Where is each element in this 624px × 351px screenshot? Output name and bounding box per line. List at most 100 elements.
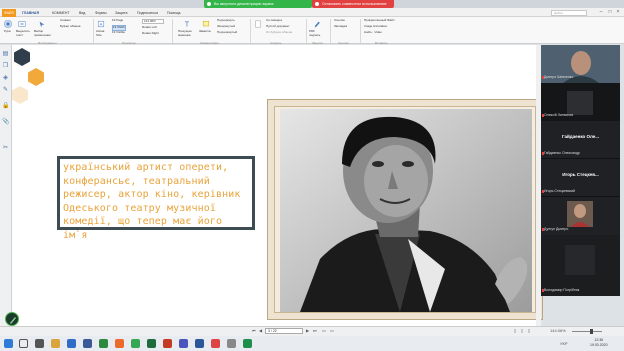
hand-tool-label: Рука [4,29,11,33]
sharing-status-label: Вы запустили демонстрацию экрана [214,2,274,6]
tab-view[interactable]: Вид [79,9,85,17]
comments-icon[interactable]: ✎ [2,87,9,94]
zoom-slider[interactable] [572,331,602,332]
actual-size-icon[interactable]: A [97,20,105,28]
slide-text-box: український артист оперети, конферансьє,… [57,156,255,241]
tab-forms[interactable]: Формы [95,9,106,17]
sharing-status-button[interactable]: Вы запустили демонстрацию экрана [204,0,312,8]
word-icon[interactable] [195,339,204,348]
tools-icon[interactable]: ✂ [2,145,9,152]
chrome-icon[interactable] [131,339,140,348]
participant-tile[interactable]: Володимир Погрібняк [541,235,620,296]
pdf-reader-icon[interactable] [211,339,220,348]
typewriter-icon[interactable]: T [183,20,191,28]
rotate-right-button[interactable]: Rotate Right [142,31,159,36]
select-text-icon[interactable] [18,20,26,28]
rotate-left-button[interactable]: Rotate Left [142,25,157,30]
note-label: Заметка [199,29,211,33]
app-icon[interactable] [227,339,236,348]
language-indicator[interactable]: УКР [560,341,568,346]
excel-icon[interactable] [147,339,156,348]
zoom-slider-handle[interactable] [590,329,593,334]
maximize-icon[interactable]: □ [607,9,613,15]
facing-page-icon[interactable]: ▯ [528,328,530,333]
file-explorer-icon[interactable] [51,339,60,348]
attach-file-button[interactable]: Прикрепленный Файл [364,18,395,23]
from-clipboard-button[interactable]: Из буфера обмена [266,30,292,35]
single-page-icon[interactable]: ▯ [514,328,516,333]
participant-display-name: Гайдаенко Оле... [561,134,600,139]
pdf-sign-icon[interactable] [313,20,321,28]
blank-page-icon[interactable] [254,20,262,28]
participant-tile[interactable]: Игорь Стецкев... Игорь Стецкевский [541,159,620,197]
hand-tool-icon[interactable] [4,20,12,28]
windows-taskbar [0,336,624,351]
app-icon[interactable] [99,339,108,348]
first-page-icon[interactable]: ⏮ [252,328,256,333]
ribbon-tabs: ФАЙЛ ГЛАВНАЯ КОММЕНТ Вид Формы Защита По… [0,8,624,17]
participant-tile[interactable]: Дмитро Шевченко [541,45,620,83]
last-page-icon[interactable]: ⏭ [313,328,317,333]
snapshot-button[interactable]: Снимок [60,18,71,23]
choose-annotation-icon[interactable] [38,20,46,28]
participant-name: Олексій Литвинов [544,113,574,117]
note-icon[interactable] [202,20,210,28]
stop-sharing-button[interactable]: Остановить совместное использование [312,0,394,8]
tab-protect[interactable]: Защита [115,9,127,17]
close-icon[interactable]: × [615,9,621,15]
edge-icon[interactable] [67,339,76,348]
bookmarks-icon[interactable]: ▤ [2,51,9,58]
participants-panel: Дмитро Шевченко Олексій Литвинов Гайдаен… [541,45,620,296]
pages-icon[interactable]: ❐ [2,63,9,70]
tab-home[interactable]: ГЛАВНАЯ [22,9,39,17]
participant-tile[interactable]: Гайдаенко Оле... Гайдаенко Олександр [541,121,620,159]
view-mode-icon[interactable]: ▭ [330,328,334,333]
layers-icon[interactable]: ◈ [2,75,9,82]
app-icon[interactable] [243,339,252,348]
from-scanner-button[interactable]: Со сканера [266,18,282,23]
link-button[interactable]: Ссылка [334,18,345,23]
participant-display-name: Игорь Стецкев... [562,172,599,177]
search-icon[interactable] [19,339,28,348]
search-input[interactable]: Найти [551,10,587,16]
participant-name: Володимир Погрібняк [544,288,580,292]
clipboard-button[interactable]: Буфер обмена [60,24,80,29]
prev-page-icon[interactable]: ◀ [259,328,262,333]
replace-button[interactable]: Подчеркнутый [217,30,237,35]
page-number-input[interactable]: 3 / 22 [265,328,303,334]
audio-video-button[interactable]: Audio - Video [364,30,382,35]
minimize-icon[interactable]: – [598,9,604,15]
next-page-icon[interactable]: ▶ [306,328,309,333]
tab-help[interactable]: Помощь [167,9,181,17]
task-view-icon[interactable] [35,339,44,348]
image-annotation-button[interactable]: Image Annotation [364,24,387,29]
attachments-icon[interactable]: 📎 [2,119,9,126]
participant-name: Игорь Стецкевский [544,189,575,193]
app-icon[interactable] [83,339,92,348]
participant-name: Дмитро Шевченко [544,75,574,79]
system-clock[interactable]: 12:36 19.03.2020 [590,338,608,348]
zoom-level[interactable]: 144.06% [550,328,566,333]
participant-tile[interactable]: Дунгун Дмитро [541,197,620,235]
view-mode-icon[interactable]: ▭ [322,328,326,333]
tab-file[interactable]: ФАЙЛ [2,9,16,17]
actual-size-label: Actual Size [96,29,105,37]
teams-icon[interactable] [179,339,188,348]
start-icon[interactable] [4,339,13,348]
ribbon-separator [360,19,361,43]
tab-sign[interactable]: Подписаться [137,9,158,17]
fit-visible-button[interactable]: Fit Visible [112,30,125,35]
security-icon[interactable]: 🔒 [2,103,9,110]
continuous-page-icon[interactable]: ▯ [521,328,523,333]
powerpoint-icon[interactable] [163,339,172,348]
zoom-select[interactable]: 144.06% [142,19,164,24]
annotation-pen-button[interactable] [5,312,19,326]
blank-document-button[interactable]: Пустой документ [266,24,290,29]
app-icon[interactable] [115,339,124,348]
bookmark-button[interactable]: Закладка [334,24,347,29]
tab-comment[interactable]: КОММЕНТ [52,9,70,17]
strikethrough-button[interactable]: Зачеркнутый [217,24,235,29]
participant-tile[interactable]: Олексій Литвинов [541,83,620,121]
fit-page-button[interactable]: Fit Page [112,18,123,23]
underline-button[interactable]: Подчеркнуть [217,18,235,23]
